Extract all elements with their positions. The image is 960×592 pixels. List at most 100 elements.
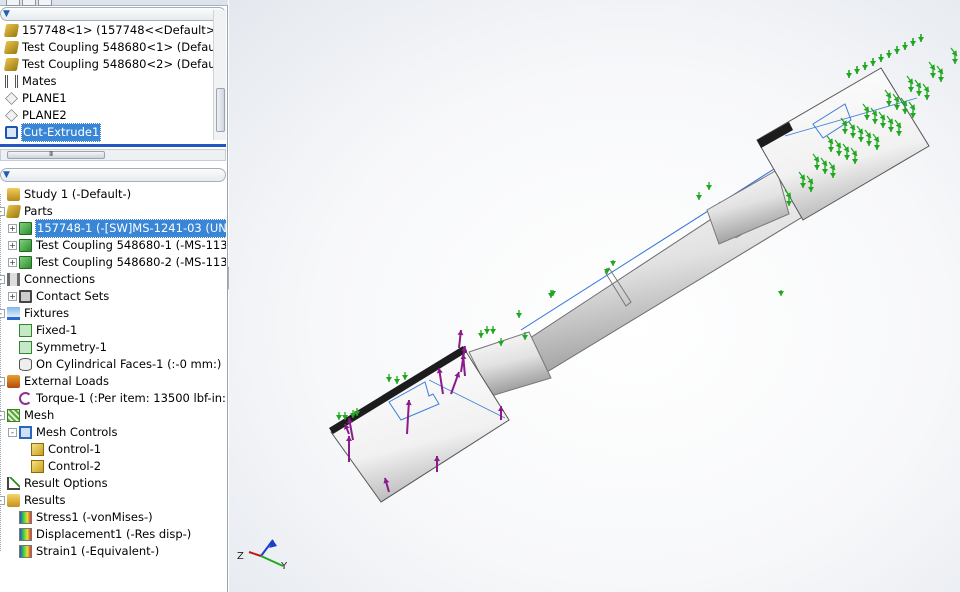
tree-item[interactable]: 157748<1> (157748<<Default>_Pho <box>0 22 226 39</box>
plane-icon <box>5 109 18 122</box>
tree-item[interactable]: Strain1 (-Equivalent-) <box>8 543 160 560</box>
symmetry-icon <box>19 341 32 354</box>
model-view: Z Y <box>237 34 958 572</box>
scroll-thumb[interactable] <box>216 88 225 132</box>
fixture-arrow-head <box>516 313 522 318</box>
tree-item-label: PLANE2 <box>22 108 67 122</box>
config-tab[interactable] <box>38 0 52 6</box>
tree-item-label: External Loads <box>24 374 109 388</box>
tree-item[interactable]: Control-2 <box>20 458 102 475</box>
stress-plot-icon <box>19 511 32 524</box>
tree-item-label: Mesh Controls <box>36 425 118 439</box>
feature-tree-vertical-scrollbar[interactable] <box>213 10 226 140</box>
collapse-icon[interactable]: - <box>0 377 5 386</box>
scroll-grip: III <box>49 150 53 158</box>
tree-item-label: Result Options <box>24 476 108 490</box>
graphics-viewport[interactable]: Z Y <box>229 0 960 592</box>
tree-item-label: On Cylindrical Faces-1 (:-0 mm:) <box>36 357 222 371</box>
triad-y-label: Y <box>280 561 288 572</box>
tree-item-label: 157748-1 (-[SW]MS-1241-03 (UNS N <box>35 219 226 238</box>
property-tab[interactable] <box>22 0 36 6</box>
expand-icon[interactable]: + <box>8 224 17 233</box>
tree-item-label: Fixtures <box>24 306 70 320</box>
fixture-arrow-head <box>894 49 900 54</box>
tree-item[interactable]: - Mesh Controls <box>8 424 119 441</box>
collapse-icon[interactable]: - <box>0 496 5 505</box>
collapse-icon[interactable]: - <box>0 207 5 216</box>
tree-item-label: Test Coupling 548680-1 (-MS-1131-0 <box>36 238 226 252</box>
collapse-icon[interactable]: - <box>8 428 17 437</box>
fixture-arrow-head <box>908 87 914 92</box>
tree-item[interactable]: - External Loads <box>0 373 110 390</box>
tree-item[interactable]: + Test Coupling 548680-1 (-MS-1131-0 <box>8 237 226 254</box>
parts-icon <box>5 205 22 218</box>
filter-icon: ▼ <box>3 9 10 19</box>
tree-item[interactable]: Symmetry-1 <box>8 339 108 356</box>
tree-item-label: Parts <box>24 204 53 218</box>
fixtures-icon <box>7 307 20 320</box>
fixture-arrow-head <box>696 195 702 200</box>
tree-item[interactable]: Mates <box>0 73 58 90</box>
fixture-arrow-head <box>336 415 342 420</box>
expand-icon[interactable]: + <box>8 241 17 250</box>
tree-item[interactable]: - Connections <box>0 271 96 288</box>
feature-tree-horizontal-scrollbar[interactable]: III <box>0 149 226 161</box>
fixture-arrow-head <box>478 333 484 338</box>
collapse-icon[interactable]: - <box>0 309 5 318</box>
mesh-controls-icon <box>19 426 32 439</box>
tree-item[interactable]: Test Coupling 548680<1> (Default< <box>0 39 226 56</box>
tree-item-label: Results <box>24 493 66 507</box>
fixture-arrow-head <box>938 77 944 82</box>
fixture-arrow-head <box>846 73 852 78</box>
scroll-thumb[interactable] <box>7 151 105 159</box>
tree-item[interactable]: PLANE2 <box>0 107 68 124</box>
expand-icon[interactable]: + <box>8 258 17 267</box>
tree-item[interactable]: +157748-1 (-[SW]MS-1241-03 (UNS N <box>8 219 226 238</box>
fixture-arrow-head <box>854 69 860 74</box>
fixture-arrow-head <box>886 53 892 58</box>
part-green-icon <box>19 256 32 269</box>
collapse-icon[interactable]: - <box>0 411 5 420</box>
fixture-arrow-head <box>902 45 908 50</box>
feature-tree-tab[interactable] <box>6 0 20 6</box>
tree-item[interactable]: Torque-1 (:Per item: 13500 lbf-in:) <box>8 390 226 407</box>
tree-item-label: Mates <box>22 74 57 88</box>
tree-item-label: Displacement1 (-Res disp-) <box>36 527 192 541</box>
feature-manager-panel: ▼ 157748<1> (157748<<Default>_Pho Test Co… <box>0 0 228 592</box>
tree-item[interactable]: - Results <box>0 492 67 509</box>
fixture-arrow-head <box>918 37 924 42</box>
tree-item-label: Mesh <box>24 408 55 422</box>
tree-item[interactable]: Stress1 (-vonMises-) <box>8 509 154 526</box>
part-icon <box>3 24 20 37</box>
tree-item[interactable]: + Test Coupling 548680-2 (-MS-1131-0 <box>8 254 226 271</box>
fixture-arrow-head <box>878 57 884 62</box>
tree-item[interactable]: Study 1 (-Default-) <box>0 186 132 203</box>
tree-item[interactable]: - Mesh <box>0 407 55 424</box>
fixture-arrow-head <box>490 329 496 334</box>
tree-item[interactable]: Result Options <box>0 475 109 492</box>
study-tree-filter[interactable]: ▼ <box>0 168 226 182</box>
tree-item[interactable]: - Parts <box>0 203 54 220</box>
tree-item-label: PLANE1 <box>22 91 67 105</box>
tree-item[interactable]: Displacement1 (-Res disp-) <box>8 526 192 543</box>
part-green-icon <box>19 222 32 235</box>
expand-icon[interactable]: + <box>8 292 17 301</box>
tree-item[interactable]: - Fixtures <box>0 305 70 322</box>
result-options-icon <box>7 477 20 490</box>
tree-item[interactable]: + Contact Sets <box>8 288 110 305</box>
feature-tree-filter[interactable]: ▼ <box>0 7 226 21</box>
panel-splitter[interactable] <box>0 144 226 147</box>
collapse-icon[interactable]: - <box>0 275 5 284</box>
tree-item[interactable]: PLANE1 <box>0 90 68 107</box>
tree-item[interactable]: Cut-Extrude1 <box>0 123 102 142</box>
tree-item-label: Study 1 (-Default-) <box>24 187 132 201</box>
tree-item[interactable]: Test Coupling 548680<2> (Default< <box>0 56 226 73</box>
tree-item[interactable]: On Cylindrical Faces-1 (:-0 mm:) <box>8 356 222 373</box>
tree-item-label: Symmetry-1 <box>36 340 107 354</box>
tree-item[interactable]: Fixed-1 <box>8 322 78 339</box>
part-icon <box>3 58 20 71</box>
fixture-arrow-head <box>402 375 408 380</box>
tree-item-label: 157748<1> (157748<<Default>_Pho <box>22 23 226 37</box>
tree-item[interactable]: Control-1 <box>20 441 102 458</box>
fixture-arrow-head <box>862 65 868 70</box>
